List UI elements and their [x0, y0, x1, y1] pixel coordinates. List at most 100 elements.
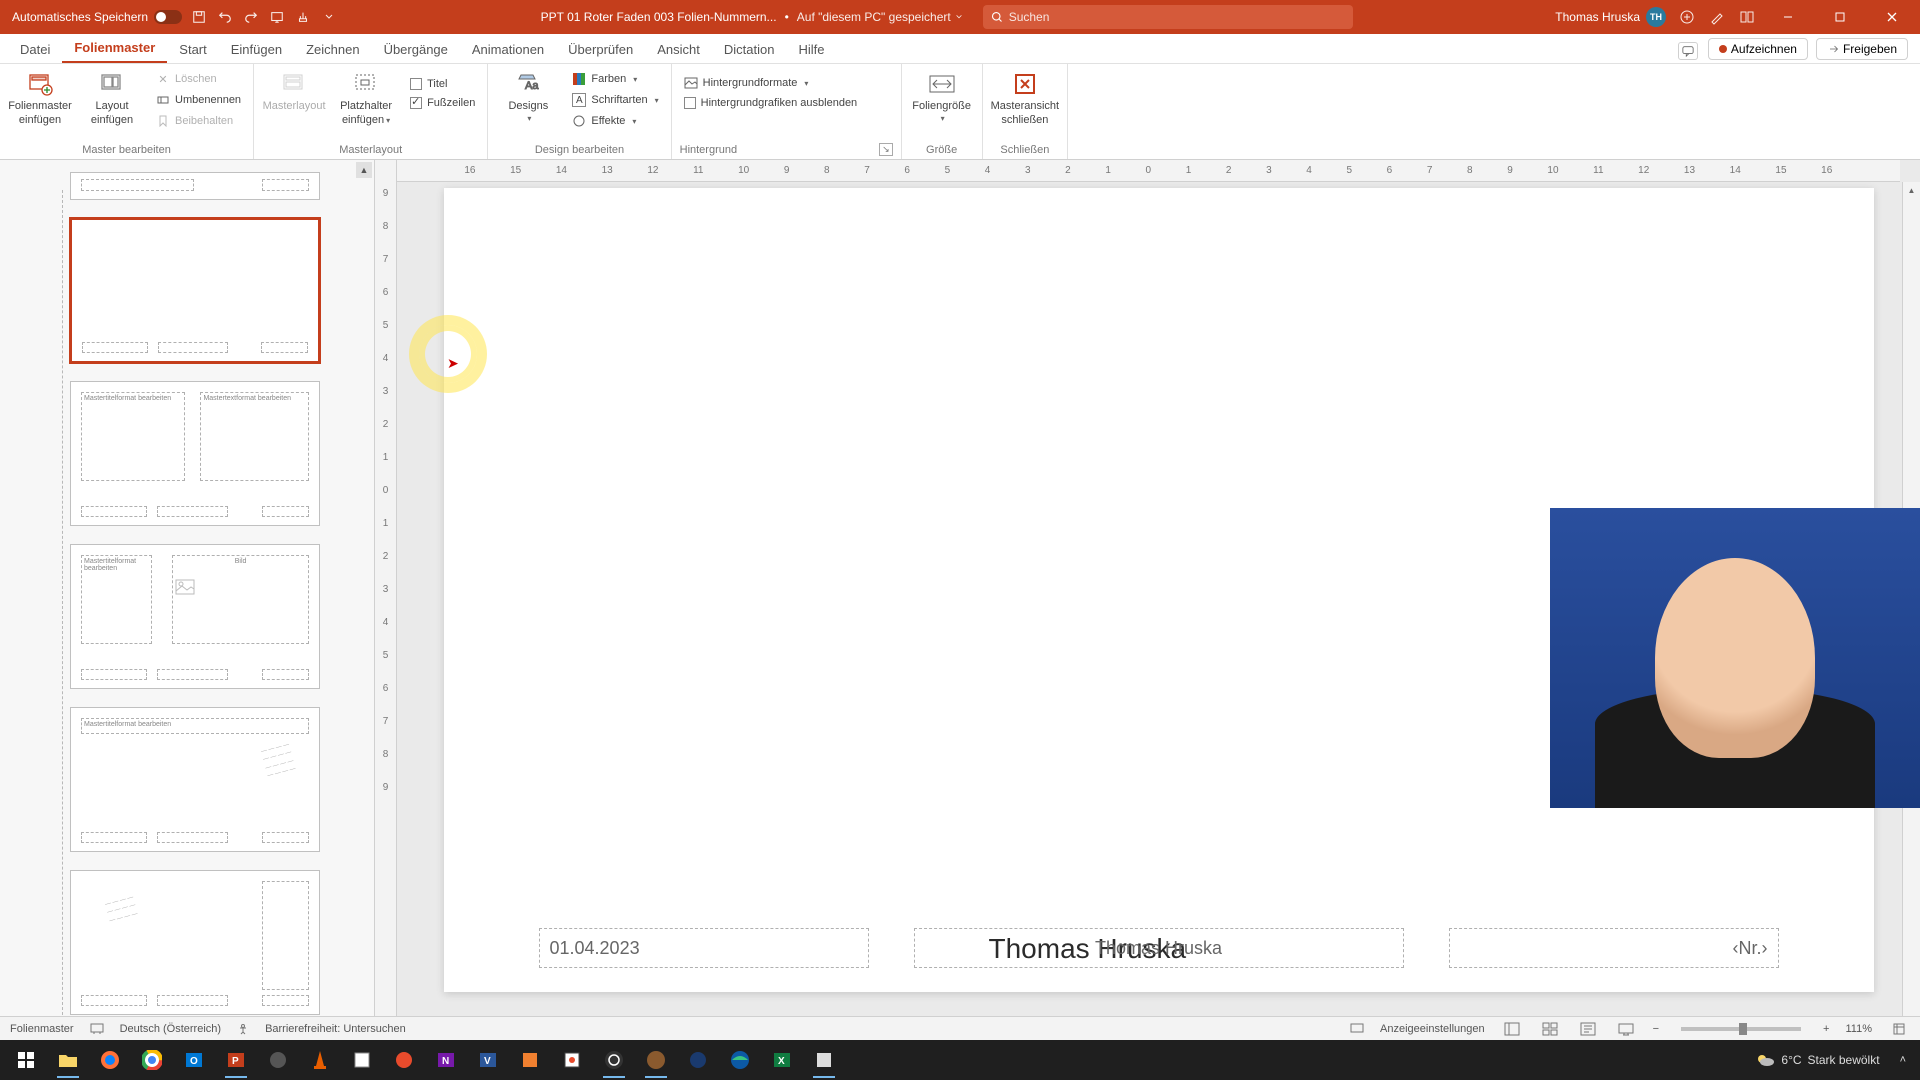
display-settings[interactable]: Anzeigeeinstellungen — [1380, 1023, 1485, 1035]
tab-uebergaenge[interactable]: Übergänge — [372, 36, 460, 63]
colors-button[interactable]: Farben▾ — [568, 70, 662, 88]
tab-hilfe[interactable]: Hilfe — [786, 36, 836, 63]
fonts-button[interactable]: ASchriftarten▾ — [568, 91, 662, 109]
themes-button[interactable]: Aa Designs ▾ — [496, 68, 560, 123]
tab-ueberpruefen[interactable]: Überprüfen — [556, 36, 645, 63]
rename-button[interactable]: Umbenennen — [152, 91, 245, 109]
title-bar: Automatisches Speichern PPT 01 Roter Fad… — [0, 0, 1920, 34]
slide-number-placeholder[interactable]: ‹Nr.› — [1449, 928, 1779, 968]
dialog-launcher-icon[interactable]: ↘ — [879, 143, 893, 156]
footer-placeholder[interactable]: Thomas Hruska — [914, 928, 1404, 968]
layout-thumbnail-partial[interactable] — [70, 172, 320, 200]
save-icon[interactable] — [190, 8, 208, 26]
tab-datei[interactable]: Datei — [8, 36, 62, 63]
tab-start[interactable]: Start — [167, 36, 218, 63]
thumbnail-panel[interactable]: ▲ ▼ Mastertitelformat bearbeiten Mastert… — [0, 160, 375, 1040]
undo-icon[interactable] — [216, 8, 234, 26]
status-language[interactable]: Deutsch (Österreich) — [120, 1023, 221, 1035]
close-master-button[interactable]: Masteransicht schließen — [991, 68, 1059, 126]
status-accessibility[interactable]: Barrierefreiheit: Untersuchen — [265, 1023, 406, 1035]
redo-icon[interactable] — [242, 8, 260, 26]
effects-button[interactable]: Effekte▾ — [568, 112, 662, 130]
user-account[interactable]: Thomas Hruska TH — [1555, 7, 1666, 27]
close-button[interactable] — [1872, 0, 1912, 34]
app-icon-3[interactable] — [384, 1040, 424, 1080]
window-layout-icon[interactable] — [1738, 8, 1756, 26]
title-checkbox[interactable]: Titel — [406, 76, 479, 92]
insert-placeholder-button[interactable]: Platzhalter einfügen▾ — [334, 68, 398, 126]
zoom-out-button[interactable]: − — [1653, 1023, 1659, 1035]
maximize-button[interactable] — [1820, 0, 1860, 34]
touch-mode-icon[interactable] — [294, 8, 312, 26]
tray-chevron-icon[interactable]: ˄ — [1900, 1054, 1906, 1066]
app-icon-4[interactable] — [510, 1040, 550, 1080]
sorter-view-button[interactable] — [1539, 1020, 1561, 1038]
chrome-icon[interactable] — [132, 1040, 172, 1080]
layout-thumbnail-two-content[interactable]: Mastertitelformat bearbeiten Mastertextf… — [70, 381, 320, 526]
tab-ansicht[interactable]: Ansicht — [645, 36, 712, 63]
firefox-icon[interactable] — [90, 1040, 130, 1080]
app-icon-8[interactable] — [804, 1040, 844, 1080]
zoom-in-button[interactable]: + — [1823, 1023, 1829, 1035]
user-name: Thomas Hruska — [1555, 10, 1640, 24]
tab-folienmaster[interactable]: Folienmaster — [62, 34, 167, 63]
minimize-button[interactable] — [1768, 0, 1808, 34]
system-tray[interactable]: ˄ — [1892, 1054, 1914, 1066]
excel-icon[interactable]: X — [762, 1040, 802, 1080]
file-explorer-icon[interactable] — [48, 1040, 88, 1080]
tab-dictation[interactable]: Dictation — [712, 36, 787, 63]
coming-soon-icon[interactable] — [1678, 8, 1696, 26]
layout-thumbnail-vertical[interactable]: — — — —— — — —— — — — — [70, 870, 320, 1015]
record-button[interactable]: Aufzeichnen — [1708, 38, 1808, 60]
app-icon-7[interactable] — [678, 1040, 718, 1080]
start-button[interactable] — [6, 1040, 46, 1080]
layout-thumbnail-blank[interactable] — [70, 218, 320, 363]
comments-icon[interactable] — [1678, 42, 1698, 60]
rename-icon — [156, 93, 170, 107]
background-styles-button[interactable]: Hintergrundformate▾ — [680, 74, 862, 92]
app-icon-6[interactable] — [636, 1040, 676, 1080]
reading-view-button[interactable] — [1577, 1020, 1599, 1038]
ribbon-tabs: Datei Folienmaster Start Einfügen Zeichn… — [0, 34, 1920, 64]
qat-more-icon[interactable] — [320, 8, 338, 26]
edge-icon[interactable] — [720, 1040, 760, 1080]
ink-icon[interactable] — [1708, 8, 1726, 26]
insert-slidemaster-button[interactable]: Folienmaster einfügen — [8, 68, 72, 126]
zoom-level[interactable]: 111% — [1845, 1023, 1872, 1035]
hide-background-checkbox[interactable]: Hintergrundgrafiken ausblenden — [680, 95, 862, 111]
layout-thumbnail-title-only[interactable]: Mastertitelformat bearbeiten — — — —— — … — [70, 707, 320, 852]
slideshow-view-button[interactable] — [1615, 1020, 1637, 1038]
autosave-toggle[interactable]: Automatisches Speichern — [12, 10, 182, 24]
outlook-icon[interactable]: O — [174, 1040, 214, 1080]
toggle-switch[interactable] — [154, 10, 182, 24]
date-placeholder[interactable]: 01.04.2023 — [539, 928, 869, 968]
onenote-icon[interactable]: N — [426, 1040, 466, 1080]
vlc-icon[interactable] — [300, 1040, 340, 1080]
obs-icon[interactable] — [594, 1040, 634, 1080]
saved-location[interactable]: Auf "diesem PC" gespeichert — [797, 10, 963, 24]
slide-size-button[interactable]: Foliengröße ▾ — [910, 68, 974, 123]
footers-checkbox[interactable]: Fußzeilen — [406, 95, 479, 111]
layout-thumbnail-picture[interactable]: Mastertitelformat bearbeiten Bild — [70, 544, 320, 689]
app-icon-1[interactable] — [258, 1040, 298, 1080]
document-name: PPT 01 Roter Faden 003 Folien-Nummern... — [541, 10, 777, 24]
scroll-up-button[interactable]: ▲ — [356, 162, 372, 178]
tab-einfuegen[interactable]: Einfügen — [219, 36, 294, 63]
zoom-slider[interactable] — [1681, 1027, 1801, 1031]
weather-widget[interactable]: 6°C Stark bewölkt — [1745, 1052, 1889, 1068]
app-icon-5[interactable] — [552, 1040, 592, 1080]
normal-view-button[interactable] — [1501, 1020, 1523, 1038]
insert-layout-button[interactable]: Layout einfügen — [80, 68, 144, 126]
slideshow-icon[interactable] — [268, 8, 286, 26]
slide-size-icon — [928, 70, 956, 98]
tab-zeichnen[interactable]: Zeichnen — [294, 36, 371, 63]
visio-icon[interactable]: V — [468, 1040, 508, 1080]
app-icon-2[interactable] — [342, 1040, 382, 1080]
search-input[interactable] — [1009, 10, 1345, 24]
status-mode[interactable]: Folienmaster — [10, 1023, 74, 1035]
search-box[interactable] — [983, 5, 1353, 29]
fit-window-button[interactable] — [1888, 1020, 1910, 1038]
share-button[interactable]: Freigeben — [1816, 38, 1908, 60]
tab-animationen[interactable]: Animationen — [460, 36, 556, 63]
powerpoint-icon[interactable]: P — [216, 1040, 256, 1080]
